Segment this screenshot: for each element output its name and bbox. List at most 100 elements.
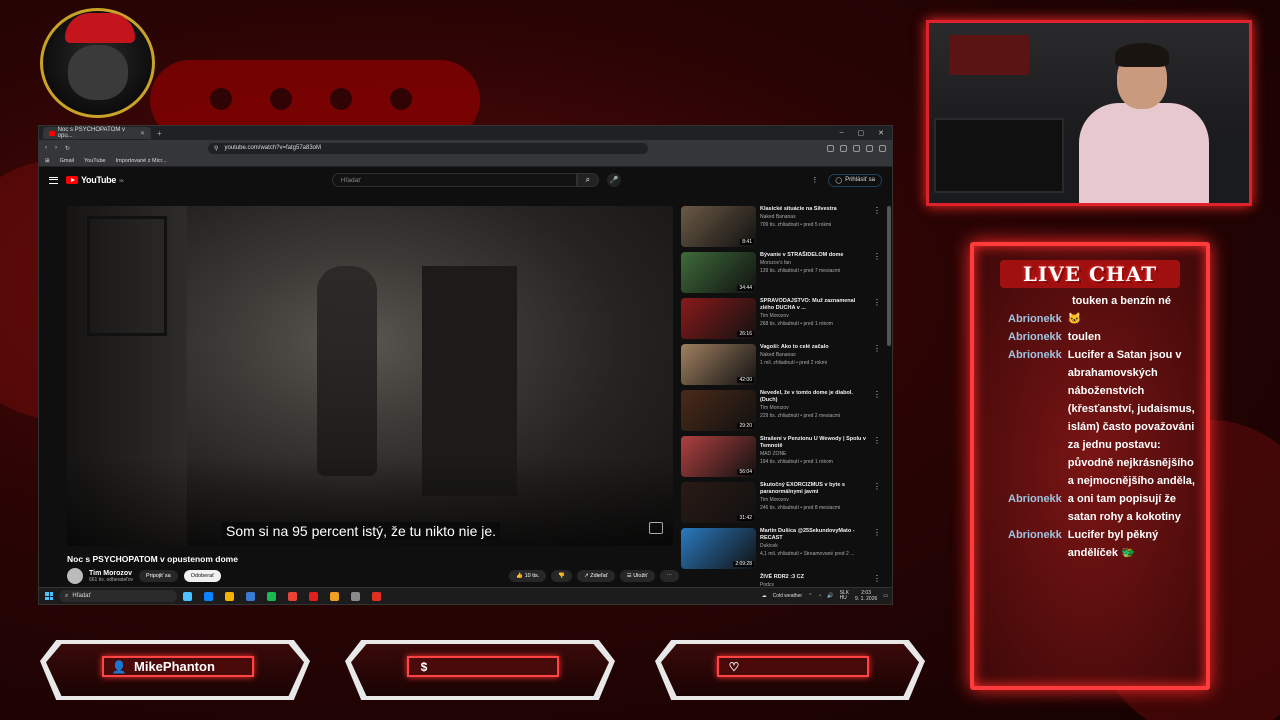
join-button[interactable]: Pripojiť sa bbox=[139, 570, 178, 582]
recommended-video-title[interactable]: Bývanie v STRAŠIDELOM dome bbox=[760, 252, 869, 259]
pinned-app-icon[interactable] bbox=[225, 591, 234, 601]
pinned-app-icon[interactable] bbox=[351, 591, 360, 601]
language-indicator[interactable]: SLK HU bbox=[840, 591, 849, 601]
pinned-app-icon[interactable] bbox=[246, 591, 255, 601]
more-options-icon[interactable]: ⋮ bbox=[873, 344, 881, 390]
next-live-item[interactable]: ŽIVÉ RDR2 :3 CZ Podcs ⋮ bbox=[681, 574, 881, 588]
like-button[interactable]: 👍 10 tis. bbox=[509, 570, 547, 582]
chat-username[interactable]: Abrionekk bbox=[1008, 310, 1062, 328]
video-thumbnail[interactable]: 34:44 bbox=[681, 252, 756, 293]
recommended-video-title[interactable]: Klasické situácie na Silvestra bbox=[760, 206, 869, 213]
recommended-video-channel[interactable]: Dukicek bbox=[760, 542, 869, 550]
recommended-video[interactable]: 34:44 Bývanie v STRAŠIDELOM dome Morozov's… bbox=[681, 252, 881, 298]
save-button[interactable]: ☰ Uložiť bbox=[619, 570, 655, 582]
channel-watermark-icon[interactable] bbox=[649, 522, 663, 534]
close-window-icon[interactable]: ✕ bbox=[878, 129, 884, 137]
more-options-icon[interactable]: ⋮ bbox=[873, 252, 881, 298]
notifications-icon[interactable]: ▭ bbox=[883, 593, 888, 599]
extension-icon[interactable] bbox=[827, 144, 834, 152]
browser-tab[interactable]: Noc s PSYCHOPATOM v opu... ✕ bbox=[43, 127, 151, 139]
video-player[interactable]: Som si na 95 percent istý, že tu nikto n… bbox=[67, 206, 673, 546]
taskbar-search-input[interactable]: ⌕ Hľadať bbox=[59, 590, 177, 602]
extension-icon[interactable] bbox=[853, 144, 860, 152]
recommended-video-title[interactable]: SPRAVODAJSTVO: Muž zaznamenal zlého DUCH… bbox=[760, 298, 869, 312]
more-options-icon[interactable]: ⋮ bbox=[873, 390, 881, 436]
recommended-video[interactable]: 2:09:28 Martin Dušica @25SekundovyMato - … bbox=[681, 528, 881, 574]
extension-icon[interactable] bbox=[866, 144, 873, 152]
youtube-logo[interactable]: YouTube SK bbox=[66, 175, 124, 185]
network-icon[interactable]: ◔ bbox=[818, 593, 821, 599]
more-options-icon[interactable]: ⋮ bbox=[811, 176, 818, 184]
chat-username[interactable]: Abrionekk bbox=[1008, 346, 1062, 490]
page-scrollbar[interactable] bbox=[887, 206, 891, 346]
video-thumbnail[interactable]: 29:20 bbox=[681, 390, 756, 431]
recommended-video-title[interactable]: Strašení v Penzionu U Wewody | Spolu v T… bbox=[760, 436, 869, 450]
bookmark-gmail[interactable]: Gmail bbox=[60, 158, 74, 164]
search-input[interactable]: Hľadať bbox=[331, 173, 577, 187]
recommended-video-channel[interactable]: Tim Morozov bbox=[760, 312, 869, 320]
tray-chevron-icon[interactable]: ⌃ bbox=[808, 593, 812, 599]
clock[interactable]: 2:03 9. 1. 2026 bbox=[855, 590, 877, 602]
video-thumbnail[interactable]: 8:41 bbox=[681, 206, 756, 247]
recommended-video[interactable]: 31:42 Skutočný EXORCIZMUS v byte s parano… bbox=[681, 482, 881, 528]
recommended-video-channel[interactable]: Tim Morozov bbox=[760, 404, 869, 412]
channel-name[interactable]: Tim Morozov bbox=[89, 570, 133, 577]
subscribe-button[interactable]: Odoberať bbox=[183, 570, 222, 582]
weather-label[interactable]: Cold weather bbox=[773, 593, 802, 599]
weather-icon[interactable]: ☁ bbox=[762, 593, 767, 599]
share-button[interactable]: ↗ Zdieľať bbox=[577, 570, 615, 582]
dislike-button[interactable]: 👎 bbox=[551, 570, 573, 582]
minimize-icon[interactable]: – bbox=[840, 129, 844, 137]
bookmark-imported[interactable]: Importované z Micr... bbox=[116, 158, 167, 164]
video-thumbnail[interactable]: 31:42 bbox=[681, 482, 756, 523]
pinned-app-icon[interactable] bbox=[204, 591, 213, 601]
windows-start-icon[interactable] bbox=[45, 592, 53, 600]
search-button[interactable]: ⌕ bbox=[576, 173, 599, 187]
apps-grid-icon[interactable]: ⊞ bbox=[45, 158, 50, 164]
recommended-video-title[interactable]: Skutočný EXORCIZMUS v byte s paranormáln… bbox=[760, 482, 869, 496]
recommended-video-channel[interactable]: Tim Morozov bbox=[760, 496, 869, 504]
more-options-icon[interactable]: ⋮ bbox=[873, 574, 881, 586]
video-thumbnail[interactable]: 42:00 bbox=[681, 344, 756, 385]
volume-icon[interactable]: 🔊 bbox=[827, 593, 833, 599]
reload-icon[interactable]: ↻ bbox=[65, 145, 70, 152]
video-thumbnail[interactable]: 56:04 bbox=[681, 436, 756, 477]
video-thumbnail[interactable]: 26:16 bbox=[681, 298, 756, 339]
recommended-video-title[interactable]: Vagoši: Ako to celé začalo bbox=[760, 344, 869, 351]
new-tab-icon[interactable]: + bbox=[157, 129, 162, 138]
recommended-video-channel[interactable]: Naked Bananas bbox=[760, 351, 869, 359]
more-options-icon[interactable]: ⋮ bbox=[873, 206, 881, 252]
pinned-app-icon[interactable] bbox=[309, 591, 318, 601]
recommended-video-channel[interactable]: Morozov's fan bbox=[760, 259, 869, 267]
pinned-app-icon[interactable] bbox=[183, 591, 192, 601]
sign-in-button[interactable]: ◯ Prihlásiť sa bbox=[828, 173, 882, 187]
more-options-icon[interactable]: ⋮ bbox=[873, 528, 881, 574]
recommended-video[interactable]: 26:16 SPRAVODAJSTVO: Muž zaznamenal zlého… bbox=[681, 298, 881, 344]
video-thumbnail[interactable]: 2:09:28 bbox=[681, 528, 756, 569]
pinned-app-icon[interactable] bbox=[267, 591, 276, 601]
pinned-app-icon[interactable] bbox=[288, 591, 297, 601]
recommended-video-channel[interactable]: Naked Bananas bbox=[760, 213, 869, 221]
recommended-video-title[interactable]: Nevedel, že v tomto dome je diabol. (Duc… bbox=[760, 390, 869, 404]
voice-search-button[interactable]: 🎤 bbox=[606, 173, 621, 187]
chat-username[interactable]: Abrionekk bbox=[1008, 328, 1062, 346]
maximize-icon[interactable]: ▢ bbox=[858, 129, 865, 137]
close-tab-icon[interactable]: ✕ bbox=[140, 130, 145, 137]
address-bar[interactable]: ⚲ youtube.com/watch?v=fatg57a83oM bbox=[208, 142, 649, 154]
more-actions-button[interactable]: ⋯ bbox=[659, 570, 679, 582]
bookmark-youtube[interactable]: YouTube bbox=[84, 158, 106, 164]
more-options-icon[interactable]: ⋮ bbox=[873, 482, 881, 528]
recommended-video[interactable]: 56:04 Strašení v Penzionu U Wewody | Spol… bbox=[681, 436, 881, 482]
recommended-video[interactable]: 42:00 Vagoši: Ako to celé začalo Naked Ban… bbox=[681, 344, 881, 390]
recommended-video[interactable]: 29:20 Nevedel, že v tomto dome je diabol.… bbox=[681, 390, 881, 436]
forward-icon[interactable]: › bbox=[55, 145, 57, 151]
recommended-video-title[interactable]: Martin Dušica @25SekundovyMato - RECAST bbox=[760, 528, 869, 542]
recommended-video-channel[interactable]: MAD ZONE bbox=[760, 450, 869, 458]
recommended-video[interactable]: 8:41 Klasické situácie na Silvestra Naked … bbox=[681, 206, 881, 252]
next-live-title[interactable]: ŽIVÉ RDR2 :3 CZ bbox=[760, 574, 869, 581]
pinned-app-icon[interactable] bbox=[372, 591, 381, 601]
chat-username[interactable]: Abrionekk bbox=[1008, 490, 1062, 526]
more-options-icon[interactable]: ⋮ bbox=[873, 298, 881, 344]
hamburger-menu-icon[interactable] bbox=[49, 176, 58, 184]
more-options-icon[interactable]: ⋮ bbox=[873, 436, 881, 482]
